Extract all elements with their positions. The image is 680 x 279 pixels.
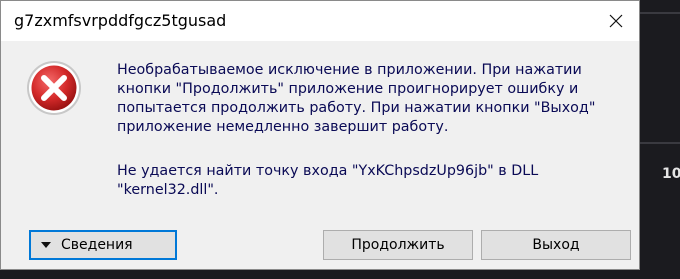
background-divider-line bbox=[640, 12, 680, 14]
details-button[interactable]: Сведения bbox=[29, 230, 177, 260]
error-detail: Не удается найти точку входа "YxKChpsdzU… bbox=[117, 163, 539, 198]
chevron-down-icon bbox=[41, 242, 51, 248]
error-icon bbox=[27, 61, 81, 115]
continue-button[interactable]: Продолжить bbox=[323, 230, 473, 260]
close-icon bbox=[609, 14, 623, 28]
exit-button-label: Выход bbox=[532, 237, 580, 253]
close-button[interactable] bbox=[593, 1, 639, 41]
background-number: 10 bbox=[662, 166, 680, 182]
details-button-label: Сведения bbox=[61, 237, 133, 253]
error-message: Необрабатываемое исключение в приложении… bbox=[117, 62, 596, 135]
dialog-titlebar: g7zxmfsvrpddfgcz5tgusad bbox=[1, 1, 639, 41]
exit-button[interactable]: Выход bbox=[481, 230, 631, 260]
dialog-title: g7zxmfsvrpddfgcz5tgusad bbox=[14, 11, 227, 30]
error-dialog: g7zxmfsvrpddfgcz5tgusad Необрабатываемое… bbox=[0, 0, 640, 270]
continue-button-label: Продолжить bbox=[351, 237, 445, 253]
background-divider-line bbox=[640, 142, 680, 144]
